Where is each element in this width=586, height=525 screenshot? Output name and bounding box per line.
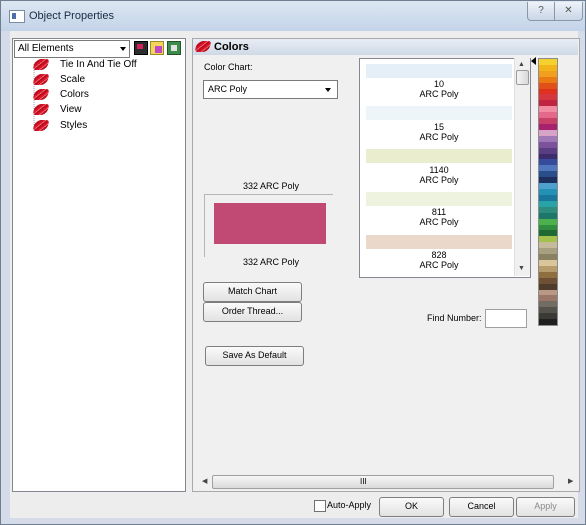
chart-entry-chart: ARC Poly [419, 175, 459, 185]
tree-item-label: Scale [60, 74, 86, 85]
help-button[interactable]: ? [527, 2, 555, 21]
color-chip[interactable] [366, 235, 512, 249]
ok-button[interactable]: OK [379, 497, 444, 517]
color-chart-label: Color Chart: [204, 62, 253, 72]
color-chip[interactable] [366, 106, 512, 120]
palette-color-swatch[interactable] [539, 319, 557, 326]
scroll-right-icon[interactable]: ▶ [568, 477, 573, 485]
current-color-swatch [214, 203, 326, 244]
chart-entry-number: 1140 [429, 165, 449, 175]
element-filter-value: All Elements [18, 43, 74, 54]
list-item[interactable]: 1140 ARC Poly [360, 165, 518, 185]
panel-horizontal-scroll-thumb[interactable] [212, 475, 554, 489]
chart-entry-chart: ARC Poly [419, 132, 459, 142]
auto-apply-label: Auto-Apply [327, 500, 372, 510]
order-thread-button[interactable]: Order Thread... [203, 302, 302, 322]
save-icon[interactable] [134, 41, 148, 55]
element-filter-dropdown[interactable]: All Elements [14, 40, 130, 58]
match-chart-button[interactable]: Match Chart [203, 282, 302, 302]
color-chip[interactable] [366, 149, 512, 163]
cancel-button[interactable]: Cancel [449, 497, 514, 517]
colors-panel-title: Colors [214, 41, 249, 53]
tree-item-label: Tie In And Tie Off [60, 59, 137, 70]
chart-entry-number: 15 [433, 122, 444, 132]
list-item[interactable]: 15 ARC Poly [360, 122, 518, 142]
palette-position-marker [531, 57, 536, 65]
current-color-name: 332 ARC Poly [243, 257, 300, 267]
copy-icon[interactable] [167, 41, 181, 55]
chevron-down-icon [120, 47, 126, 51]
chart-entry-number: 811 [431, 207, 447, 217]
chart-entry-number: 10 [433, 79, 444, 89]
color-chart-list[interactable]: 10 ARC Poly 15 ARC Poly 1140 ARC Poly 81… [359, 58, 531, 278]
title-bar: Object Properties ? ✕ [1, 1, 585, 31]
window-title: Object Properties [29, 10, 114, 22]
find-number-input[interactable] [485, 309, 527, 328]
color-chart-value: ARC Poly [208, 84, 248, 94]
chart-entry-number: 828 [431, 250, 447, 260]
tree-item-label: Styles [60, 120, 88, 131]
list-item[interactable]: 10 ARC Poly [360, 79, 518, 99]
color-chip[interactable] [366, 64, 512, 78]
color-chart-select[interactable]: ARC Poly [203, 80, 338, 99]
list-item[interactable]: 811 ARC Poly [360, 207, 518, 227]
scroll-down-icon[interactable]: ▼ [518, 265, 525, 272]
save-as-default-button[interactable]: Save As Default [205, 346, 304, 366]
apply-button[interactable]: Apply [516, 497, 575, 517]
find-number-label: Find Number: [427, 313, 482, 323]
auto-apply-checkbox[interactable] [314, 500, 326, 512]
paste-icon[interactable] [150, 41, 164, 55]
chart-list-scroll-thumb[interactable] [516, 70, 529, 85]
chart-entry-chart: ARC Poly [419, 217, 459, 227]
color-palette-strip[interactable] [538, 58, 558, 326]
chevron-down-icon [325, 88, 331, 92]
chart-entry-chart: ARC Poly [419, 89, 459, 99]
colors-panel-header [193, 39, 578, 55]
tree-item-label: Colors [60, 89, 89, 100]
chart-entry-chart: ARC Poly [419, 260, 459, 270]
list-item[interactable]: 828 ARC Poly [360, 250, 518, 270]
current-color-title: 332 ARC Poly [243, 181, 300, 191]
tree-item-label: View [60, 104, 82, 115]
color-chip[interactable] [366, 192, 512, 206]
scroll-grip: III [360, 477, 367, 486]
chart-list-scrollbar[interactable] [514, 58, 530, 276]
close-button[interactable]: ✕ [554, 2, 583, 21]
scroll-left-icon[interactable]: ◀ [202, 477, 207, 485]
window-icon [9, 10, 25, 23]
scroll-up-icon[interactable]: ▲ [518, 61, 525, 68]
